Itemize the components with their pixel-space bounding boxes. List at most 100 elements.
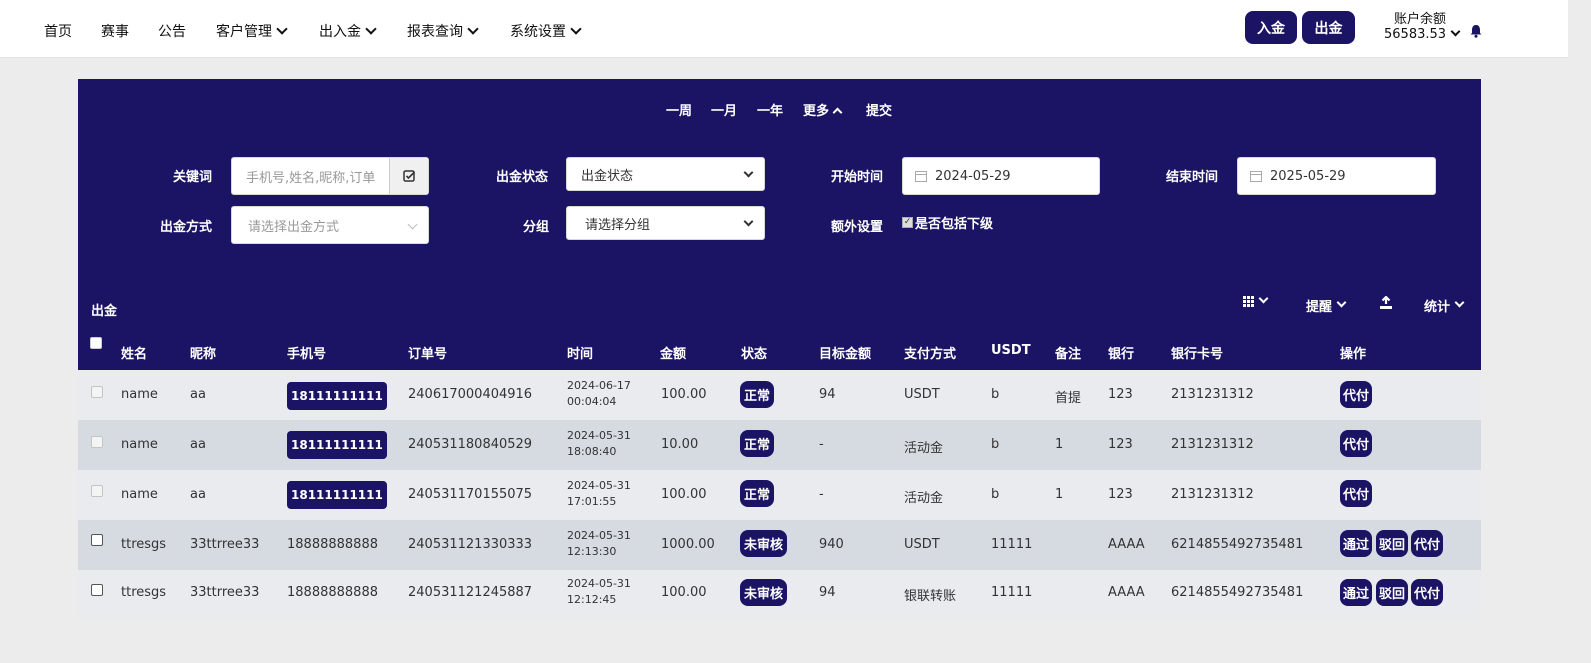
status-badge: 未审核 xyxy=(740,579,788,606)
status-badge: 正常 xyxy=(740,480,775,507)
cell-order: 240531180840529 xyxy=(408,437,533,452)
start-date-input[interactable]: 2024-05-29 xyxy=(902,157,1100,195)
pay-on-behalf-button[interactable]: 代付 xyxy=(1411,579,1444,606)
cell-bank: 123 xyxy=(1108,437,1133,452)
cell-date: 2024-06-17 xyxy=(567,379,631,392)
cell-usdt: 11111 xyxy=(991,585,1033,600)
bell-icon[interactable] xyxy=(1469,24,1483,38)
cell-card: 6214855492735481 xyxy=(1171,585,1304,600)
more-filters-toggle[interactable]: 更多 xyxy=(803,100,843,119)
table-row: name aa 18111111111 240617000404916 2024… xyxy=(78,370,1481,420)
pay-on-behalf-button[interactable]: 代付 xyxy=(1340,430,1373,457)
cell-name: ttresgs xyxy=(121,537,167,552)
end-time-label: 结束时间 xyxy=(1166,170,1219,185)
cell-card: 2131231312 xyxy=(1171,437,1254,452)
nav-funds-menu[interactable]: 出入金 xyxy=(319,21,377,41)
withdraw-button[interactable]: 出金 xyxy=(1302,11,1355,44)
cell-bank: AAAA xyxy=(1108,537,1145,552)
pay-on-behalf-button[interactable]: 代付 xyxy=(1340,480,1373,507)
keyword-field[interactable]: 手机号,姓名,昵称,订单 xyxy=(231,157,429,195)
cell-name: ttresgs xyxy=(121,585,167,600)
balance-dropdown[interactable]: 56583.53 xyxy=(1384,26,1461,42)
cell-amount: 1000.00 xyxy=(661,537,715,552)
reject-button[interactable]: 驳回 xyxy=(1376,530,1409,557)
nav-events[interactable]: 赛事 xyxy=(101,21,129,41)
cell-time: 2024-05-31 12:12:45 xyxy=(567,576,631,608)
row-checkbox[interactable] xyxy=(91,436,103,448)
table-row: ttresgs 33ttrree33 18888888888 240531121… xyxy=(78,570,1481,620)
end-date-input[interactable]: 2025-05-29 xyxy=(1237,157,1436,195)
nav-settings-menu[interactable]: 系统设置 xyxy=(510,21,582,41)
cell-phone[interactable]: 18111111111 xyxy=(287,481,387,509)
top-navbar: 首页 赛事 公告 客户管理 出入金 报表查询 系统设置 入金 出金 账户余额 5… xyxy=(0,0,1568,58)
row-checkbox[interactable] xyxy=(91,534,103,546)
cell-nick: 33ttrree33 xyxy=(190,585,260,600)
row-checkbox[interactable] xyxy=(91,386,103,398)
col-time: 时间 xyxy=(567,347,594,362)
method-label: 出金方式 xyxy=(160,220,213,235)
keyword-label: 关键词 xyxy=(173,170,213,185)
nav-reports-menu[interactable]: 报表查询 xyxy=(407,21,479,41)
cell-note: 首提 xyxy=(1055,391,1082,406)
cell-date: 2024-05-31 xyxy=(567,429,631,442)
page-scrollbar[interactable] xyxy=(1568,0,1591,663)
chevron-down-icon xyxy=(276,23,288,35)
chevron-down-icon xyxy=(407,219,418,230)
cell-nick: aa xyxy=(190,387,206,402)
chevron-down-icon xyxy=(1258,293,1269,304)
deposit-button[interactable]: 入金 xyxy=(1245,11,1297,44)
keyword-confirm-button[interactable] xyxy=(389,158,428,194)
range-month-link[interactable]: 一月 xyxy=(711,100,737,119)
cell-phone[interactable]: 18111111111 xyxy=(287,431,387,459)
row-checkbox[interactable] xyxy=(91,485,103,497)
status-select[interactable]: 出金状态 xyxy=(566,157,765,191)
cell-phone[interactable]: 18111111111 xyxy=(287,382,387,410)
range-week-link[interactable]: 一周 xyxy=(666,100,692,119)
cell-time: 2024-06-17 00:04:04 xyxy=(567,378,631,410)
more-filters-label: 更多 xyxy=(803,104,830,119)
range-year-link[interactable]: 一年 xyxy=(757,100,783,119)
stats-label: 统计 xyxy=(1424,300,1451,315)
cell-pay: USDT xyxy=(904,387,940,402)
method-select[interactable]: 请选择出金方式 xyxy=(231,206,429,244)
group-select[interactable]: 请选择分组 xyxy=(566,206,765,240)
nav-home[interactable]: 首页 xyxy=(44,21,72,41)
cell-usdt: b xyxy=(991,387,1000,402)
reject-button[interactable]: 驳回 xyxy=(1376,579,1409,606)
nav-customer-menu[interactable]: 客户管理 xyxy=(216,21,288,41)
cell-order: 240531121330333 xyxy=(408,537,533,552)
cell-date: 2024-05-31 xyxy=(567,529,631,542)
approve-button[interactable]: 通过 xyxy=(1340,530,1373,557)
cell-amount: 10.00 xyxy=(661,437,699,452)
cell-clock: 00:04:04 xyxy=(567,395,617,408)
chevron-down-icon xyxy=(1336,297,1347,308)
remind-dropdown[interactable]: 提醒 xyxy=(1306,296,1347,315)
approve-button[interactable]: 通过 xyxy=(1340,579,1373,606)
cell-time: 2024-05-31 17:01:55 xyxy=(567,478,631,510)
group-label: 分组 xyxy=(523,220,550,235)
table-row: name aa 18111111111 240531170155075 2024… xyxy=(78,470,1481,520)
cell-name: name xyxy=(121,387,158,402)
start-date-value: 2024-05-29 xyxy=(935,168,1011,184)
cell-amount: 100.00 xyxy=(661,387,707,402)
col-card: 银行卡号 xyxy=(1171,347,1224,362)
cell-target: 94 xyxy=(819,585,836,600)
pay-on-behalf-button[interactable]: 代付 xyxy=(1411,530,1444,557)
end-date-value: 2025-05-29 xyxy=(1270,168,1346,184)
cell-phone: 18888888888 xyxy=(287,537,378,552)
cell-pay: 活动金 xyxy=(904,491,944,506)
cell-bank: 123 xyxy=(1108,387,1133,402)
stats-dropdown[interactable]: 统计 xyxy=(1424,296,1465,315)
columns-toggle[interactable] xyxy=(1243,293,1269,307)
export-button[interactable] xyxy=(1379,296,1393,310)
grid-icon xyxy=(1243,296,1254,307)
pay-on-behalf-button[interactable]: 代付 xyxy=(1340,381,1373,408)
calendar-icon xyxy=(1250,170,1262,182)
include-sub-checkbox[interactable]: ✓ 是否包括下级 xyxy=(902,213,993,232)
row-checkbox[interactable] xyxy=(91,584,103,596)
col-pay: 支付方式 xyxy=(904,347,957,362)
remind-label: 提醒 xyxy=(1306,300,1333,315)
submit-link[interactable]: 提交 xyxy=(866,100,892,119)
nav-notice[interactable]: 公告 xyxy=(158,21,186,41)
select-all-checkbox[interactable] xyxy=(90,337,102,349)
